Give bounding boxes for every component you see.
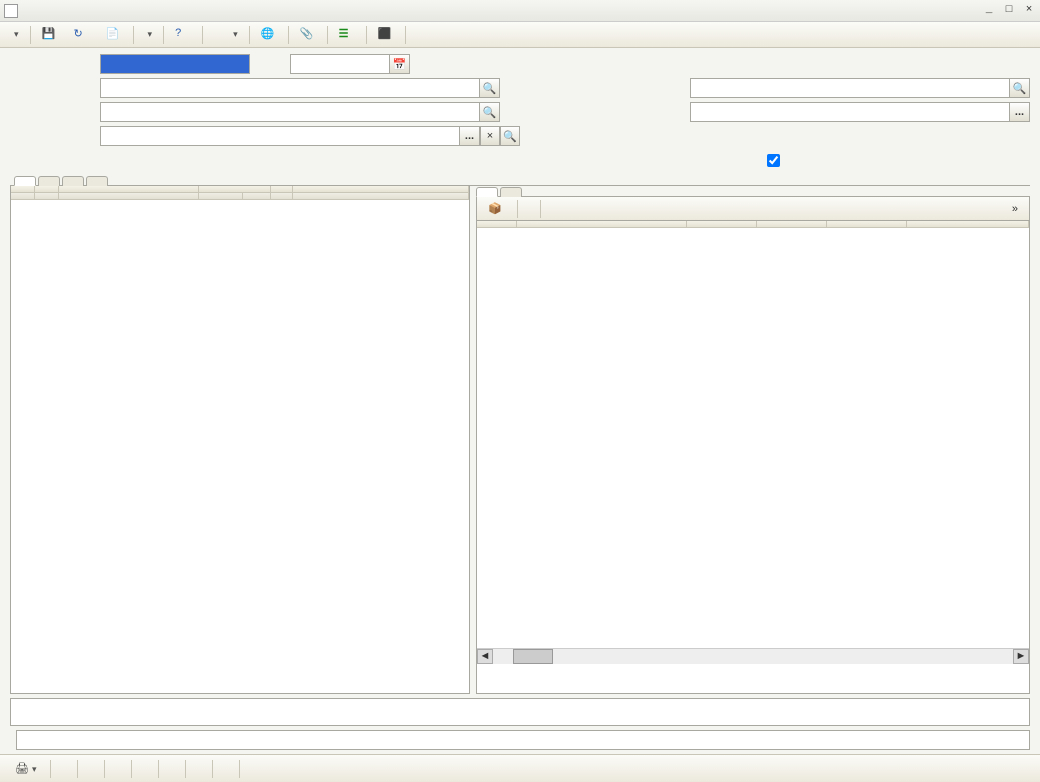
help-icon: ? bbox=[175, 27, 191, 43]
save-icon-button[interactable]: 💾 bbox=[35, 24, 65, 46]
actions-menu[interactable] bbox=[4, 26, 26, 43]
doc-icon: 📄 bbox=[106, 27, 122, 43]
warehouse-select-button[interactable]: 🔍 bbox=[1010, 78, 1030, 98]
document-icon-button[interactable]: 📄 bbox=[99, 24, 129, 46]
sender-field[interactable] bbox=[100, 102, 480, 122]
right-hscroll[interactable]: ◄ ► bbox=[477, 648, 1029, 664]
rcol-name[interactable] bbox=[517, 221, 687, 227]
rcol-section-a[interactable] bbox=[687, 221, 757, 227]
number-field[interactable] bbox=[100, 54, 250, 74]
goto-menu[interactable] bbox=[138, 26, 160, 43]
col-arrow[interactable] bbox=[271, 186, 293, 192]
tab-egais-exchange[interactable] bbox=[86, 176, 108, 186]
paperclip-icon: 📎 bbox=[300, 27, 316, 43]
col-n[interactable] bbox=[11, 186, 35, 192]
check-answer-button[interactable] bbox=[163, 765, 181, 773]
excel-icon-button[interactable]: ⬛ bbox=[371, 24, 401, 46]
main-toolbar: 💾 ↻ 📄 ? 🌐 📎 ☰ ⬛ bbox=[0, 22, 1040, 48]
cancel-egais-button[interactable] bbox=[109, 765, 127, 773]
right-toolbar: 📦 » bbox=[476, 197, 1030, 221]
col-k2[interactable] bbox=[243, 193, 271, 199]
minimize-button[interactable]: _ bbox=[982, 4, 996, 18]
help-icon-button[interactable]: ? bbox=[168, 24, 198, 46]
egais-grid: ◄ ► bbox=[476, 221, 1030, 694]
printer-icon: 🖨 bbox=[15, 763, 29, 775]
request-version-button[interactable] bbox=[55, 765, 73, 773]
list-icon-button[interactable]: ☰ bbox=[332, 24, 362, 46]
tab-transport[interactable] bbox=[38, 176, 60, 186]
nomenclature-grid bbox=[10, 186, 470, 694]
scroll-right-icon[interactable]: ► bbox=[1013, 649, 1029, 664]
egais-grid-body[interactable] bbox=[477, 228, 1029, 648]
globe-icon-button[interactable]: 🌐 bbox=[254, 24, 284, 46]
document-icon bbox=[4, 4, 18, 18]
writeoff-select-button[interactable]: ... bbox=[1010, 102, 1030, 122]
globe-icon: 🌐 bbox=[261, 27, 277, 43]
box-icon: 📦 bbox=[488, 202, 502, 215]
excel-icon: ⬛ bbox=[378, 27, 394, 43]
col-unit[interactable] bbox=[199, 193, 243, 199]
title-bar: _ □ × bbox=[0, 0, 1040, 22]
refresh-icon-button[interactable]: ↻ bbox=[67, 24, 97, 46]
main-tabs bbox=[10, 175, 1030, 186]
print-button[interactable]: 🖨 bbox=[6, 758, 46, 779]
grid-body[interactable] bbox=[11, 200, 469, 693]
fill-neg-button[interactable] bbox=[545, 206, 559, 212]
firm-field[interactable] bbox=[100, 78, 480, 98]
col-price[interactable] bbox=[293, 186, 469, 192]
date-field[interactable] bbox=[290, 54, 390, 74]
sender-select-button[interactable]: 🔍 bbox=[480, 102, 500, 122]
save-button[interactable] bbox=[217, 765, 235, 773]
params-button[interactable] bbox=[207, 32, 221, 38]
basis-search-button[interactable]: 🔍 bbox=[500, 126, 520, 146]
comment-field[interactable] bbox=[16, 730, 1030, 750]
right-tabs bbox=[476, 186, 1030, 197]
comment-row bbox=[0, 726, 1040, 754]
form-area: 📅 🔍 🔍 🔍 ... bbox=[0, 48, 1040, 175]
attach-icon-button[interactable]: 📎 bbox=[293, 24, 323, 46]
rcol-id[interactable] bbox=[477, 221, 517, 227]
close-doc-button[interactable] bbox=[244, 765, 262, 773]
floppy-icon: 💾 bbox=[42, 27, 58, 43]
send-egais-button[interactable] bbox=[136, 765, 154, 773]
more-button[interactable]: » bbox=[1005, 200, 1025, 218]
tab-egais-info[interactable] bbox=[62, 176, 84, 186]
col-qty[interactable] bbox=[199, 186, 271, 192]
rcol-qty[interactable] bbox=[827, 221, 907, 227]
request-nomenclature-button[interactable] bbox=[82, 765, 100, 773]
totals-bar bbox=[10, 698, 1030, 726]
col-name[interactable] bbox=[59, 186, 199, 192]
basis-dots-button[interactable]: ... bbox=[460, 126, 480, 146]
warehouse-field[interactable] bbox=[690, 78, 1010, 98]
scroll-left-icon[interactable]: ◄ bbox=[477, 649, 493, 664]
list-icon: ☰ bbox=[339, 27, 355, 43]
date-picker-button[interactable]: 📅 bbox=[390, 54, 410, 74]
remains-button[interactable]: 📦 bbox=[481, 199, 513, 218]
col-k[interactable] bbox=[35, 186, 59, 192]
basis-clear-button[interactable]: × bbox=[480, 126, 500, 146]
tab-excise-marks[interactable] bbox=[500, 187, 522, 197]
tab-nomenclature[interactable] bbox=[14, 176, 36, 186]
writeoff-field[interactable] bbox=[690, 102, 1010, 122]
maximize-button[interactable]: □ bbox=[1002, 4, 1016, 18]
refill-button[interactable] bbox=[410, 32, 424, 38]
reports-menu[interactable] bbox=[223, 26, 245, 43]
tab-egais-goods[interactable] bbox=[476, 187, 498, 197]
scroll-thumb[interactable] bbox=[513, 649, 553, 664]
fill-qty-button[interactable] bbox=[522, 206, 536, 212]
close-button[interactable]: × bbox=[1022, 4, 1036, 18]
egais-hall-check[interactable] bbox=[767, 154, 780, 167]
basis-field[interactable] bbox=[100, 126, 460, 146]
refresh-icon: ↻ bbox=[74, 27, 90, 43]
footer-bar: 🖨 bbox=[0, 754, 1040, 782]
rcol-section-b[interactable] bbox=[757, 221, 827, 227]
firm-select-button[interactable]: 🔍 bbox=[480, 78, 500, 98]
egais-hall-checkbox[interactable] bbox=[767, 154, 784, 167]
rcol-producer[interactable] bbox=[907, 221, 1029, 227]
ok-button[interactable] bbox=[190, 765, 208, 773]
